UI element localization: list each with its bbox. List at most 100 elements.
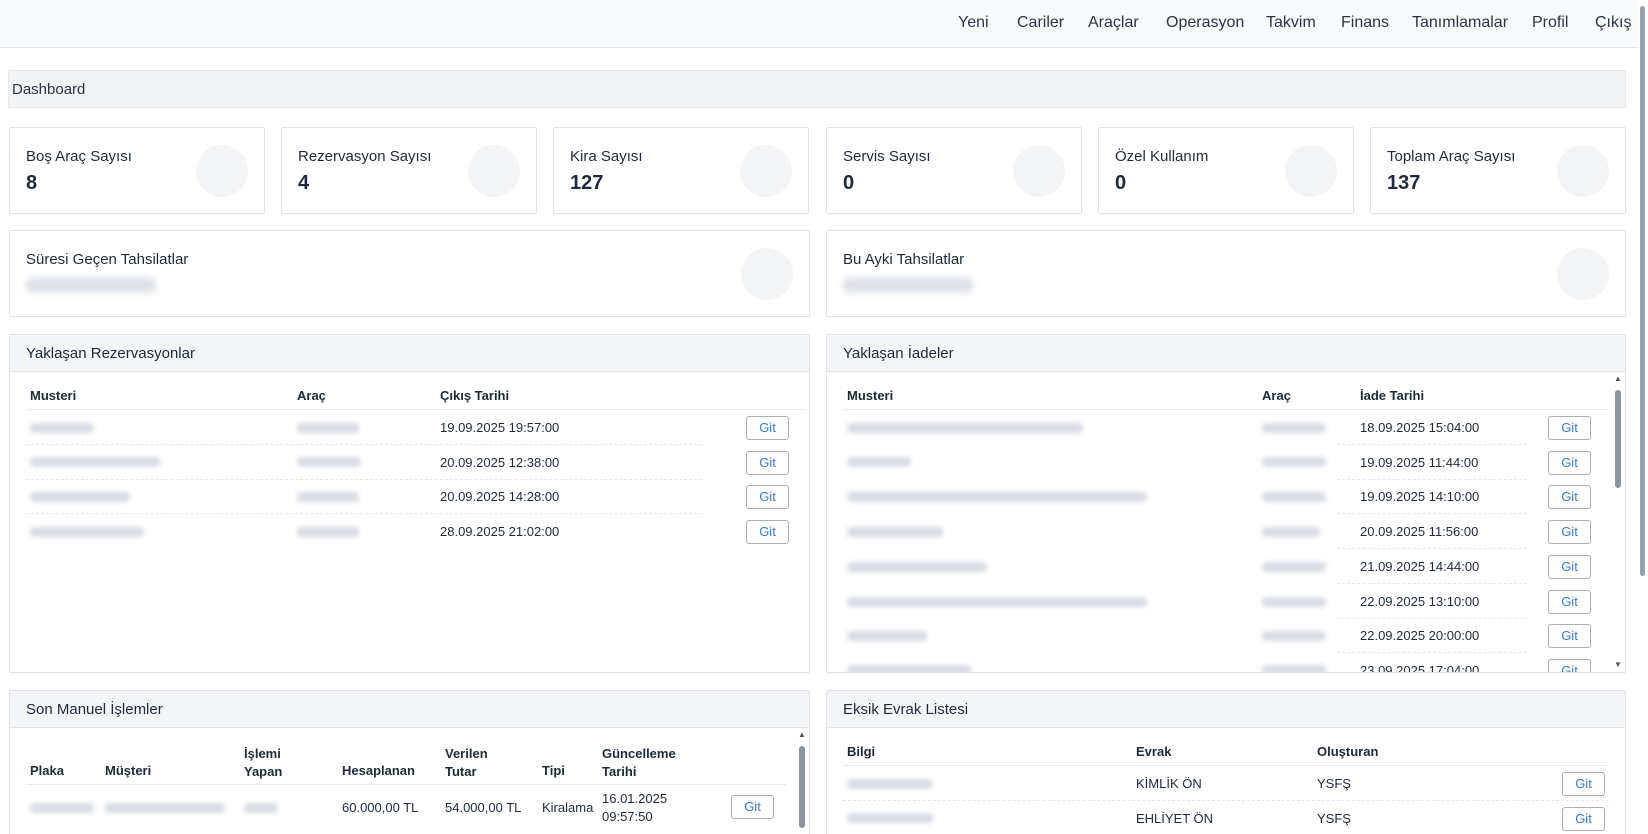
git-button[interactable]: Git	[1562, 772, 1605, 796]
git-button[interactable]: Git	[1548, 624, 1591, 648]
nav-takvim[interactable]: Takvim	[1266, 14, 1316, 32]
col-header-plaka: Plaka	[30, 763, 64, 778]
finance-card-overdue: Süresi Geçen Tahsilatlar	[9, 230, 810, 317]
col-header-iade-tarihi: İade Tarihi	[1360, 388, 1425, 403]
panel-upcoming-reservations: Yaklaşan Rezervasyonlar Musteri Araç Çık…	[9, 334, 810, 673]
redacted-customer	[847, 665, 971, 672]
col-header-arac: Araç	[297, 388, 326, 403]
nav-profil[interactable]: Profil	[1532, 14, 1568, 32]
git-button[interactable]: Git	[1562, 807, 1605, 831]
redacted-plate	[297, 527, 359, 537]
finance-card-this-month: Bu Ayki Tahsilatlar	[826, 230, 1626, 317]
calculated-amount: 60.000,00 TL	[342, 800, 419, 815]
redacted-plate	[297, 423, 359, 433]
redacted-plate	[1262, 457, 1326, 467]
return-date: 22.09.2025 13:10:00	[1360, 594, 1480, 609]
git-button[interactable]: Git	[1548, 451, 1591, 475]
col-header-musteri: Musteri	[847, 388, 894, 403]
git-button[interactable]: Git	[746, 520, 789, 544]
stat-label: Servis Sayısı	[843, 148, 931, 165]
panel-title: Eksik Evrak Listesi	[827, 691, 1625, 728]
redacted-plate	[1262, 527, 1320, 537]
stat-circle-icon	[740, 145, 792, 197]
git-button[interactable]: Git	[1548, 555, 1591, 579]
git-button[interactable]: Git	[731, 795, 774, 819]
stat-label: Kira Sayısı	[570, 148, 643, 165]
redacted-info	[847, 779, 933, 789]
redacted-customer	[847, 423, 1083, 433]
col-header-olusturan: Oluşturan	[1317, 744, 1379, 759]
return-date: 23.09.2025 17:04:00	[1360, 663, 1480, 673]
reservation-date: 20.09.2025 12:38:00	[440, 455, 560, 470]
col-header-arac: Araç	[1262, 388, 1291, 403]
col-header-hesaplanan: Hesaplanan	[342, 763, 415, 778]
page-scrollbar[interactable]	[1638, 0, 1648, 834]
redacted-plate	[1262, 492, 1326, 502]
redacted-plate	[1262, 631, 1326, 641]
git-button[interactable]: Git	[746, 416, 789, 440]
redacted-customer	[847, 597, 1147, 607]
manual-scrollbar[interactable]: ▲	[797, 728, 807, 834]
stat-value: 0	[843, 172, 855, 194]
nav-cariler[interactable]: Cariler	[1017, 14, 1064, 32]
git-button[interactable]: Git	[1548, 416, 1591, 440]
git-button[interactable]: Git	[1548, 659, 1591, 672]
redacted-customer	[847, 631, 927, 641]
panel-title: Yaklaşan İadeler	[827, 335, 1625, 372]
stat-card-servis: Servis Sayısı 0	[826, 127, 1082, 214]
redacted-plate	[1262, 597, 1326, 607]
nav-araclar[interactable]: Araçlar	[1088, 14, 1139, 32]
stat-circle-icon	[1557, 145, 1609, 197]
document-name: EHLİYET ÖN	[1136, 811, 1214, 826]
redacted-customer	[30, 423, 94, 433]
scroll-up-icon[interactable]: ▲	[1613, 374, 1623, 383]
redacted-customer	[30, 457, 160, 467]
col-header-musteri: Musteri	[30, 388, 77, 403]
col-header-musteri: Müşteri	[105, 763, 152, 778]
stat-value: 0	[1115, 172, 1127, 194]
scroll-down-icon[interactable]: ▼	[1613, 660, 1623, 669]
return-date: 22.09.2025 20:00:00	[1360, 628, 1480, 643]
stat-circle-icon	[468, 145, 520, 197]
nav-operasyon[interactable]: Operasyon	[1166, 14, 1244, 32]
stat-value: 8	[26, 172, 38, 194]
reservation-date: 28.09.2025 21:02:00	[440, 524, 560, 539]
stat-label: Özel Kullanım	[1115, 148, 1209, 165]
git-button[interactable]: Git	[1548, 485, 1591, 509]
git-button[interactable]: Git	[746, 485, 789, 509]
redacted-customer	[847, 457, 911, 467]
finance-label: Süresi Geçen Tahsilatlar	[26, 251, 189, 268]
finance-value-redacted	[843, 277, 973, 293]
document-creator: YSFŞ	[1317, 811, 1351, 826]
panel-title: Son Manuel İşlemler	[10, 691, 809, 728]
col-header-cikis-tarihi: Çıkış Tarihi	[440, 388, 510, 403]
nav-finans[interactable]: Finans	[1341, 14, 1389, 32]
stat-card-kira: Kira Sayısı 127	[553, 127, 809, 214]
git-button[interactable]: Git	[1548, 590, 1591, 614]
return-date: 21.09.2025 14:44:00	[1360, 559, 1480, 574]
returns-scrollbar[interactable]: ▲ ▼	[1613, 372, 1623, 672]
reservation-date: 19.09.2025 19:57:00	[440, 420, 560, 435]
stat-value: 137	[1387, 172, 1421, 194]
panel-manual-operations: Son Manuel İşlemler Plaka Müşteri İşlemi…	[9, 690, 810, 834]
nav-cikis[interactable]: Çıkış	[1595, 14, 1631, 32]
finance-value-redacted	[26, 277, 156, 293]
git-button[interactable]: Git	[1548, 520, 1591, 544]
panel-upcoming-returns: Yaklaşan İadeler Musteri Araç İade Tarih…	[826, 334, 1626, 673]
git-button[interactable]: Git	[746, 451, 789, 475]
col-header-evrak: Evrak	[1136, 744, 1172, 759]
redacted-customer	[30, 527, 144, 537]
redacted-customer	[30, 492, 130, 502]
stat-card-bos-arac: Boş Araç Sayısı 8	[9, 127, 265, 214]
scroll-up-icon[interactable]: ▲	[797, 730, 807, 739]
nav-tanimlamalar[interactable]: Tanımlamalar	[1412, 14, 1508, 32]
stat-value: 127	[570, 172, 604, 194]
stat-circle-icon	[1013, 145, 1065, 197]
top-navbar: Yeni Cariler Araçlar Operasyon Takvim Fi…	[0, 0, 1648, 48]
stat-card-toplam-arac: Toplam Araç Sayısı 137	[1370, 127, 1626, 214]
redacted-plate	[30, 803, 94, 813]
nav-yeni[interactable]: Yeni	[958, 14, 989, 32]
document-name: KİMLİK ÖN	[1136, 776, 1202, 791]
stat-card-ozel-kullanim: Özel Kullanım 0	[1098, 127, 1354, 214]
col-header-islemi-yapan: İşlemi Yapan	[244, 746, 283, 779]
